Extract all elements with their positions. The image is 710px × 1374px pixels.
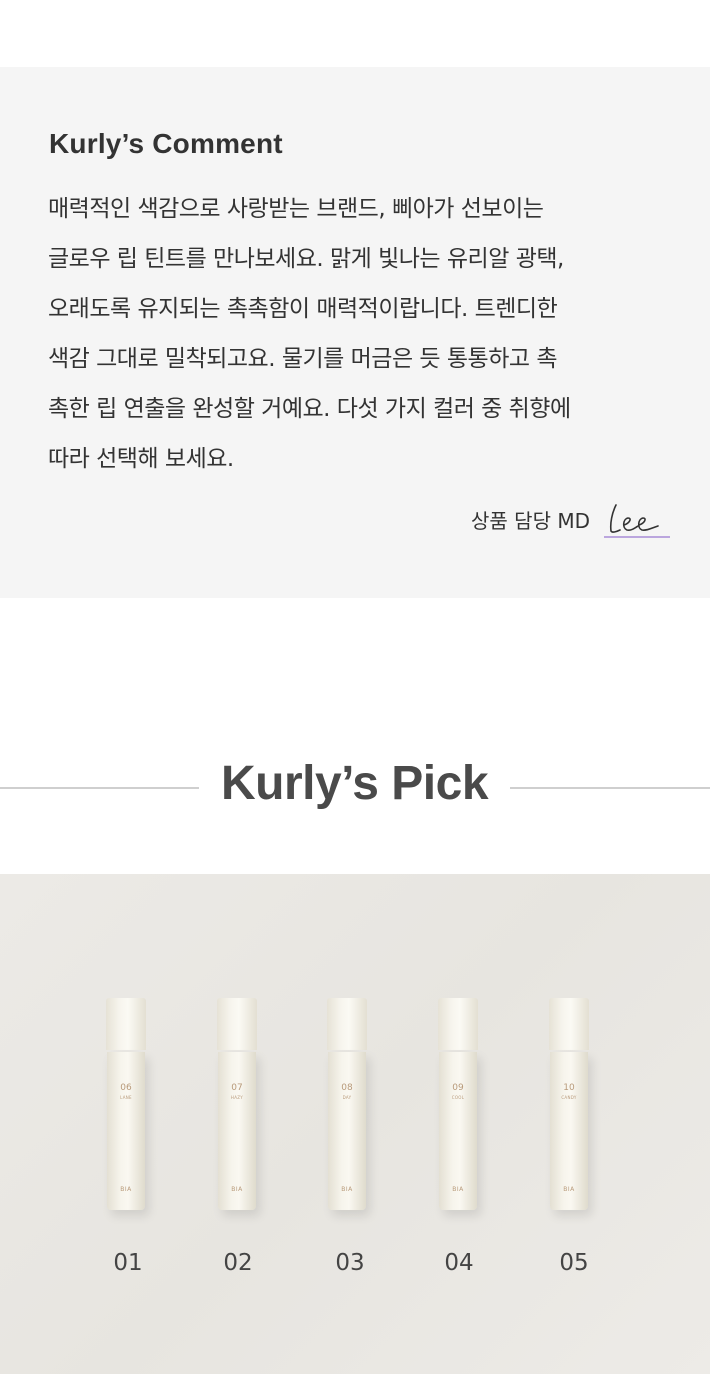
product-photo: 06 LANE BIA 07 HAZY BIA 08 DAY BIA 09 CO… <box>0 874 710 1374</box>
product-label: 04 <box>444 1250 474 1276</box>
brand-mark: BIA <box>341 1186 353 1193</box>
lip-tint-tube: 07 HAZY BIA <box>217 998 257 1214</box>
tube-cap <box>217 998 257 1050</box>
divider-right <box>510 787 710 789</box>
comment-body: 매력적인 색감으로 사랑받는 브랜드, 삐아가 선보이는 글로우 립 틴트를 만… <box>48 184 688 484</box>
comment-line: 색감 그대로 밀착되고요. 물기를 머금은 듯 통통하고 촉 <box>48 346 558 372</box>
comment-line: 따라 선택해 보세요. <box>48 446 234 472</box>
shade-number: 09 <box>452 1083 464 1093</box>
tube-cap <box>327 998 367 1050</box>
pick-title: Kurly’s Pick <box>220 757 489 810</box>
kurly-pick-header: Kurly’s Pick <box>0 750 710 826</box>
shade-number: 06 <box>120 1083 132 1093</box>
shade-name: DAY <box>342 1095 352 1100</box>
product-label: 03 <box>335 1250 365 1276</box>
shade-number: 10 <box>563 1083 575 1093</box>
product-label: 02 <box>223 1250 253 1276</box>
tube-cap <box>106 998 146 1050</box>
brand-mark: BIA <box>120 1186 132 1193</box>
shade-name: HAZY <box>230 1095 244 1100</box>
md-signature <box>602 499 670 539</box>
shade-name: LANE <box>120 1095 132 1100</box>
shade-name: COOL <box>451 1095 465 1100</box>
md-label: 상품 담당 MD <box>471 508 590 533</box>
comment-line: 촉한 립 연출을 완성할 거예요. 다섯 가지 컬러 중 취향에 <box>48 396 571 422</box>
md-signature-row: 상품 담당 MD <box>471 498 670 540</box>
comment-line: 오래도록 유지되는 촉촉함이 매력적이랍니다. 트렌디한 <box>48 296 558 322</box>
comment-line: 매력적인 색감으로 사랑받는 브랜드, 삐아가 선보이는 <box>48 196 544 222</box>
brand-mark: BIA <box>563 1186 575 1193</box>
comment-line: 글로우 립 틴트를 만나보세요. 맑게 빛나는 유리알 광택, <box>48 246 564 272</box>
brand-mark: BIA <box>231 1186 243 1193</box>
shade-name: CANDY <box>561 1095 577 1100</box>
comment-title: Kurly’s Comment <box>49 128 283 159</box>
shade-number: 08 <box>341 1083 353 1093</box>
lip-tint-tube: 10 CANDY BIA <box>549 998 589 1214</box>
lip-tint-tube: 06 LANE BIA <box>106 998 146 1214</box>
shade-number: 07 <box>231 1083 243 1093</box>
tube-cap <box>438 998 478 1050</box>
product-label: 05 <box>559 1250 589 1276</box>
signature-graphic <box>604 504 670 538</box>
divider-left <box>0 787 199 789</box>
lip-tint-tube: 09 COOL BIA <box>438 998 478 1214</box>
lip-tint-tube: 08 DAY BIA <box>327 998 367 1214</box>
tube-cap <box>549 998 589 1050</box>
product-label: 01 <box>113 1250 143 1276</box>
brand-mark: BIA <box>452 1186 464 1193</box>
